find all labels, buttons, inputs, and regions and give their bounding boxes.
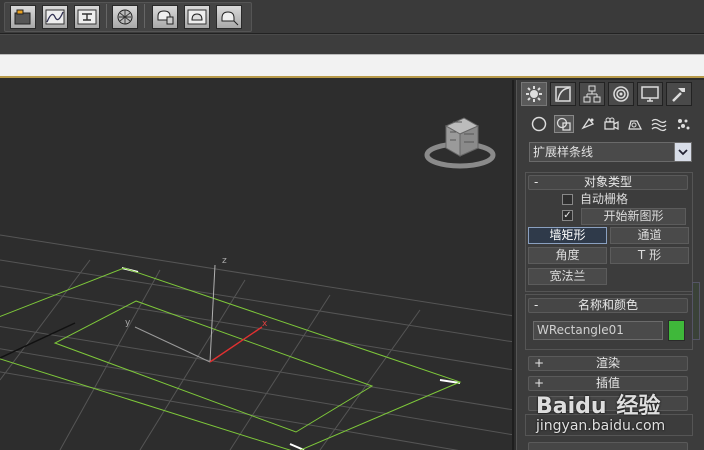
rollout-header[interactable] [528, 442, 688, 450]
object-name-field[interactable]: WRectangle01 [533, 321, 663, 340]
wall-rectangle-button[interactable]: 墙矩形 [528, 227, 607, 244]
wide-flange-label: 宽法兰 [549, 269, 586, 283]
cameras-icon[interactable] [601, 115, 621, 133]
object-color-swatch[interactable] [668, 320, 685, 341]
schematic-view-icon[interactable] [74, 5, 100, 29]
angle-button[interactable]: 角度 [528, 247, 607, 264]
axis-label-y: y [125, 318, 131, 328]
start-new-shape-label: 开始新图形 [603, 209, 664, 223]
material-editor-icon[interactable] [112, 5, 138, 29]
rollout-title: 渲染 [595, 356, 620, 370]
checkmark-icon: ✓ [563, 210, 572, 221]
chevron-down-icon[interactable] [674, 143, 691, 161]
start-new-shape-checkbox[interactable]: ✓ [562, 210, 573, 221]
perspective-viewport[interactable]: z y x [0, 80, 514, 450]
utilities-tab[interactable] [666, 82, 692, 106]
create-tab[interactable] [521, 82, 547, 106]
object-name-value: WRectangle01 [537, 323, 624, 337]
shapes-icon[interactable] [554, 115, 574, 133]
display-tab[interactable] [637, 82, 663, 106]
angle-label: 角度 [555, 248, 580, 262]
category-dropdown[interactable]: 扩展样条线 [529, 142, 692, 162]
main-menu-strip [0, 34, 704, 54]
watermark-brand: Baidu [536, 394, 607, 419]
axis-label-z: z [222, 256, 227, 266]
modify-tab[interactable] [550, 82, 576, 106]
toolbar-separator [144, 4, 145, 28]
axis-label-x: x [262, 319, 268, 329]
panel-scrollbar[interactable] [692, 282, 700, 340]
channel-button[interactable]: 通道 [610, 227, 689, 244]
main-toolbar [0, 0, 704, 34]
geometry-icon[interactable] [529, 115, 549, 133]
object-type-header[interactable]: - 对象类型 [528, 175, 688, 190]
tee-label: T 形 [637, 248, 662, 262]
toolbar-separator [106, 4, 107, 28]
watermark-cn: 经验 [616, 394, 661, 419]
start-new-shape-button[interactable]: 开始新图形 [581, 208, 686, 225]
render-production-icon[interactable] [216, 5, 242, 29]
watermark: Baidu 经验 jingyan.baidu.com [536, 388, 665, 434]
category-dropdown-value: 扩展样条线 [533, 145, 594, 159]
tee-button[interactable]: T 形 [610, 247, 689, 264]
rendered-frame-icon[interactable] [184, 5, 210, 29]
wide-flange-button[interactable]: 宽法兰 [528, 268, 607, 285]
curve-editor-icon[interactable] [42, 5, 68, 29]
rollout-title: 名称和颜色 [577, 298, 638, 312]
ribbon-strip [0, 54, 704, 78]
wrectangle-outer-outline [0, 267, 462, 450]
name-color-header[interactable]: - 名称和颜色 [528, 298, 688, 313]
wall-rectangle-label: 墙矩形 [549, 228, 586, 242]
auto-grid-label: 自动栅格 [580, 192, 629, 206]
hierarchy-tab[interactable] [579, 82, 605, 106]
render-setup-icon[interactable] [152, 5, 178, 29]
selection-bracket [121, 267, 461, 450]
viewcube[interactable] [424, 108, 496, 170]
lights-icon[interactable] [578, 115, 598, 133]
watermark-url: jingyan.baidu.com [536, 418, 666, 434]
layer-manager-icon[interactable] [10, 5, 36, 29]
helpers-icon[interactable] [625, 115, 645, 133]
motion-tab[interactable] [608, 82, 634, 106]
channel-label: 通道 [637, 228, 662, 242]
systems-icon[interactable] [673, 115, 693, 133]
space-warps-icon[interactable] [649, 115, 669, 133]
rendering-rollout-header[interactable]: + 渲染 [528, 356, 688, 371]
axis-tripod [134, 264, 263, 363]
rollout-title: 对象类型 [583, 175, 632, 189]
auto-grid-checkbox[interactable] [562, 194, 573, 205]
